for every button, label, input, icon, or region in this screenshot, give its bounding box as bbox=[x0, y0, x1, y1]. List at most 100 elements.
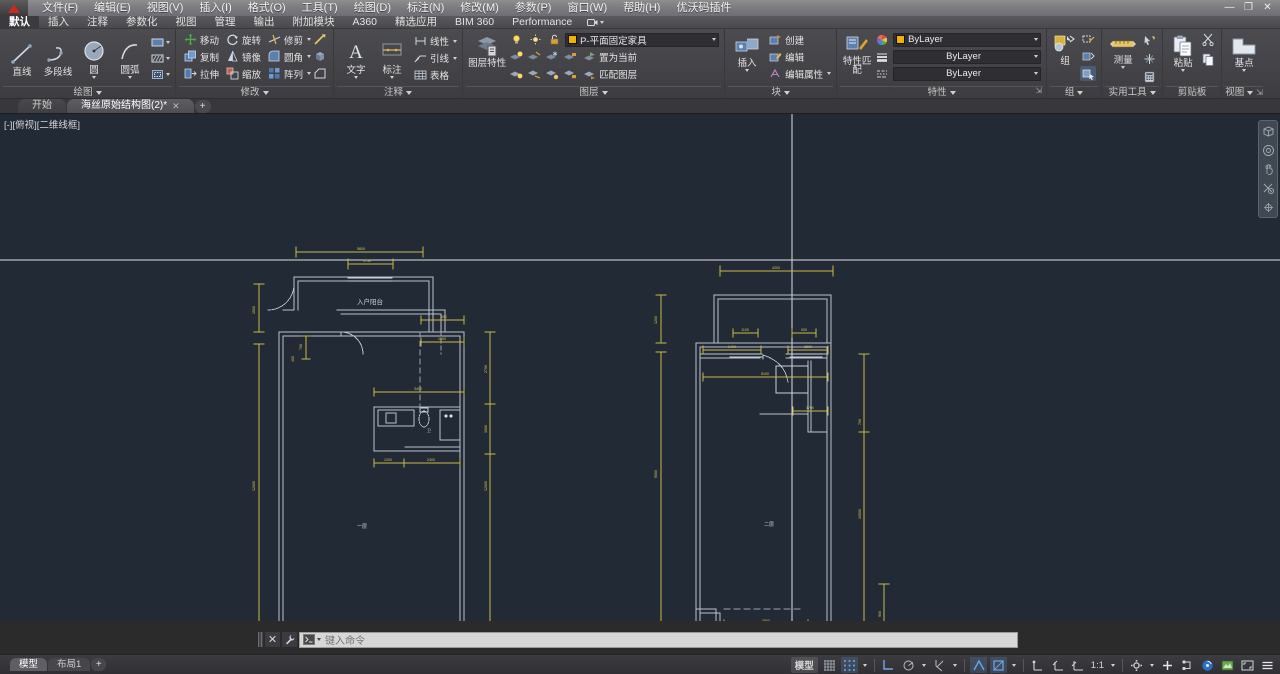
drawing-canvas[interactable]: [-][俯视][二维线框] 5800 1750 1500 12000 2700 … bbox=[0, 114, 1280, 621]
grid-toggle[interactable] bbox=[821, 657, 838, 673]
tool-copy-clip[interactable] bbox=[1200, 52, 1216, 67]
layer-lightbulb-icon-btn[interactable] bbox=[508, 32, 524, 47]
chevron-down-icon[interactable] bbox=[1034, 55, 1039, 58]
view-dialog-launcher[interactable]: ⇲ bbox=[1256, 87, 1263, 99]
tool-linear-dim[interactable]: 线性 bbox=[411, 34, 452, 49]
ribbon-display-options[interactable] bbox=[587, 18, 605, 27]
chevron-down-icon[interactable] bbox=[317, 638, 321, 641]
command-line-grip[interactable] bbox=[258, 632, 263, 647]
viewcube-icon[interactable] bbox=[1261, 124, 1275, 138]
pan-icon[interactable] bbox=[1261, 162, 1275, 176]
polar-dropdown[interactable] bbox=[920, 657, 928, 673]
ribbon-tab-featured-apps[interactable]: 精选应用 bbox=[386, 16, 446, 29]
chevron-down-icon[interactable] bbox=[453, 56, 458, 60]
workspace-dropdown[interactable] bbox=[1148, 657, 1156, 673]
tool-group[interactable]: 组 bbox=[1052, 32, 1078, 67]
drawing-tab-start[interactable]: 开始 bbox=[18, 99, 66, 113]
chevron-down-icon[interactable] bbox=[92, 76, 96, 79]
chevron-down-icon[interactable] bbox=[390, 76, 395, 79]
tool-measure[interactable]: 测量 bbox=[1107, 33, 1139, 69]
menu-format[interactable]: 格式(O) bbox=[240, 0, 294, 16]
add-layout-button[interactable]: + bbox=[91, 658, 107, 671]
tool-cut[interactable] bbox=[1200, 32, 1216, 47]
new-drawing-tab-button[interactable]: + bbox=[194, 100, 211, 113]
ribbon-tab-view[interactable]: 视图 bbox=[167, 16, 206, 29]
chevron-down-icon[interactable] bbox=[307, 72, 312, 75]
color-wheel-button[interactable] bbox=[874, 32, 890, 47]
lineweight-show-toggle[interactable] bbox=[1069, 657, 1086, 673]
layer-sun-icon-btn[interactable] bbox=[527, 32, 543, 47]
layout-tab-layout1[interactable]: 布局1 bbox=[48, 658, 91, 671]
tool-array[interactable]: 阵列 bbox=[265, 66, 306, 81]
tool-group-edit[interactable] bbox=[1080, 49, 1096, 64]
isoplane-dropdown[interactable] bbox=[951, 657, 959, 673]
tool-fillet[interactable]: 圆角 bbox=[265, 49, 306, 64]
ribbon-tab-bim360[interactable]: BIM 360 bbox=[446, 16, 503, 29]
tool-region[interactable] bbox=[149, 67, 165, 82]
dynamic-input-toggle[interactable] bbox=[1049, 657, 1066, 673]
otrack-toggle[interactable] bbox=[989, 657, 1007, 673]
tool-line[interactable]: 直线 bbox=[5, 39, 39, 78]
layer-unlock-icon-btn[interactable] bbox=[546, 32, 562, 47]
customization-add-button[interactable] bbox=[1159, 657, 1176, 673]
lineweight-button[interactable] bbox=[874, 49, 890, 64]
orbit-icon[interactable] bbox=[1261, 200, 1275, 214]
command-prompt[interactable] bbox=[303, 634, 321, 645]
ribbon-tab-performance[interactable]: Performance bbox=[503, 16, 581, 29]
chevron-down-icon[interactable] bbox=[307, 55, 312, 58]
ribbon-tab-parametric[interactable]: 参数化 bbox=[117, 16, 167, 29]
tool-hatch[interactable] bbox=[149, 51, 165, 66]
layer-match-button[interactable]: 匹配图层 bbox=[580, 66, 640, 81]
minimize-button[interactable]: — bbox=[1223, 2, 1236, 15]
steering-wheel-icon[interactable] bbox=[1261, 143, 1275, 157]
tool-calculator[interactable] bbox=[1141, 69, 1157, 84]
tool-scale[interactable]: 缩放 bbox=[223, 66, 264, 81]
layer-freeze-button[interactable] bbox=[544, 49, 560, 64]
tool-circle[interactable]: 圆 bbox=[77, 37, 111, 79]
tool-copy[interactable]: 复制 bbox=[181, 49, 222, 64]
layer-unisolate-button[interactable] bbox=[526, 66, 542, 81]
panel-annotation-title[interactable]: 注释 bbox=[337, 86, 460, 98]
ribbon-tab-a360[interactable]: A360 bbox=[344, 16, 387, 29]
chevron-down-icon[interactable] bbox=[1034, 38, 1039, 41]
chevron-down-icon[interactable] bbox=[1034, 72, 1039, 75]
layer-off-button[interactable] bbox=[508, 49, 524, 64]
tool-arc[interactable]: 圆弧 bbox=[113, 37, 147, 79]
panel-properties-title[interactable]: 特性 ⇲ bbox=[840, 86, 1044, 98]
isolate-objects-button[interactable] bbox=[1179, 657, 1196, 673]
fullscreen-toggle[interactable] bbox=[1239, 657, 1256, 673]
model-space-button[interactable]: 模型 bbox=[790, 657, 818, 673]
chevron-down-icon[interactable] bbox=[354, 76, 359, 79]
graphics-performance-button[interactable] bbox=[1199, 657, 1216, 673]
tool-insert-block[interactable]: 插入 bbox=[730, 32, 764, 72]
layer-set-current-button[interactable]: 置为当前 bbox=[580, 49, 640, 64]
annotation-scale[interactable]: 1:1 bbox=[1089, 657, 1106, 673]
tool-trim[interactable]: 修剪 bbox=[265, 32, 306, 47]
tool-edit-attribute[interactable]: 编辑属性 bbox=[766, 66, 826, 81]
tool-explode[interactable] bbox=[312, 32, 328, 47]
chevron-down-icon[interactable] bbox=[712, 38, 717, 41]
tool-table[interactable]: 表格 bbox=[411, 68, 452, 83]
chevron-down-icon[interactable] bbox=[307, 38, 312, 41]
tool-3dmove[interactable] bbox=[312, 49, 328, 64]
tool-ungroup[interactable] bbox=[1080, 32, 1096, 47]
linetype-combo[interactable]: ByLayer bbox=[893, 66, 1042, 81]
tool-polyline[interactable]: 多段线 bbox=[41, 39, 75, 78]
chevron-down-icon[interactable] bbox=[1121, 66, 1126, 69]
menu-window[interactable]: 窗口(W) bbox=[559, 0, 615, 16]
menu-edit[interactable]: 编辑(E) bbox=[86, 0, 139, 16]
layer-thaw-button[interactable] bbox=[544, 66, 560, 81]
panel-block-title[interactable]: 块 bbox=[728, 86, 834, 98]
ribbon-tab-insert[interactable]: 插入 bbox=[39, 16, 78, 29]
tool-dimension[interactable]: 标注 bbox=[375, 37, 409, 79]
dynamic-ucs-toggle[interactable] bbox=[1029, 657, 1046, 673]
tool-point[interactable] bbox=[1141, 51, 1157, 66]
snap-toggle[interactable] bbox=[840, 657, 858, 673]
tool-match-properties[interactable]: 特性匹配 bbox=[842, 32, 872, 75]
panel-modify-title[interactable]: 修改 bbox=[179, 86, 331, 98]
ortho-toggle[interactable] bbox=[880, 657, 897, 673]
color-combo[interactable]: ByLayer bbox=[893, 32, 1042, 47]
drawing-tab-current[interactable]: 海丝原始结构图(2)* ✕ bbox=[67, 99, 194, 113]
panel-draw-title[interactable]: 绘图 bbox=[3, 86, 172, 98]
menu-modify[interactable]: 修改(M) bbox=[452, 0, 507, 16]
